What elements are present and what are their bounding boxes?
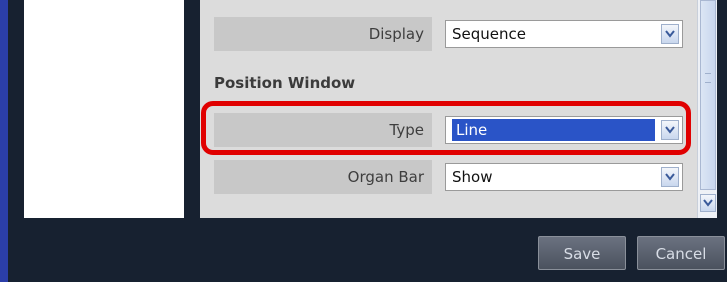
grip-icon <box>705 73 711 83</box>
window-border <box>0 0 8 282</box>
organ-bar-select[interactable]: Show <box>445 163 683 191</box>
section-title-position-window: Position Window <box>214 74 356 92</box>
display-label: Display <box>214 17 432 51</box>
scroll-down-button[interactable] <box>700 194 716 212</box>
highlight-annotation <box>201 101 691 155</box>
organ-bar-label: Organ Bar <box>214 160 432 194</box>
save-button[interactable]: Save <box>538 236 626 270</box>
chevron-down-icon <box>703 199 713 207</box>
preview-panel <box>24 0 184 218</box>
cancel-button[interactable]: Cancel <box>637 236 725 270</box>
scroll-thumb[interactable] <box>700 0 716 190</box>
display-value: Sequence <box>452 25 526 43</box>
vertical-scrollbar[interactable] <box>697 0 717 218</box>
display-select[interactable]: Sequence <box>445 20 683 48</box>
chevron-down-icon[interactable] <box>661 24 679 44</box>
chevron-down-icon[interactable] <box>661 167 679 187</box>
organ-bar-value: Show <box>452 168 493 186</box>
